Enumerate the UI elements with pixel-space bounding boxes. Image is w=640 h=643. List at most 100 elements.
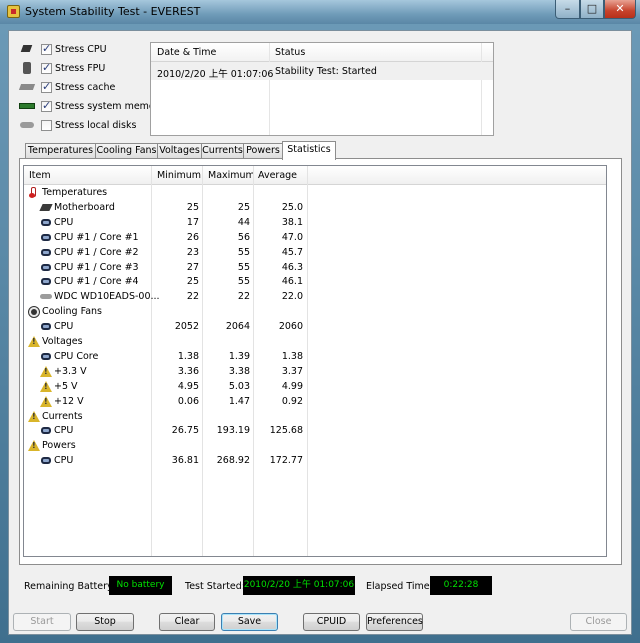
cpu-icon — [40, 351, 52, 362]
cpu-icon — [40, 262, 52, 273]
row-average: 38.1 — [281, 216, 303, 228]
row-maximum: 193.19 — [216, 425, 250, 437]
cpuid-button[interactable]: CPUID — [303, 613, 360, 631]
maximum-column-header[interactable]: Maximum — [208, 170, 255, 181]
stress-fpu-option[interactable]: Stress FPU — [19, 60, 105, 76]
row-average: 47.0 — [281, 231, 303, 243]
table-row[interactable]: CPU 26.75 193.19 125.68 — [24, 424, 606, 439]
column-divider — [481, 43, 482, 135]
cpu-icon — [40, 425, 52, 436]
row-item-label: CPU #1 / Core #3 — [54, 261, 139, 273]
cpu-icon — [40, 276, 52, 287]
window-title: System Stability Test - EVEREST — [25, 5, 201, 18]
maximize-button[interactable]: □ — [580, 0, 604, 19]
app-window: System Stability Test - EVEREST – □ ✕ St… — [0, 0, 640, 643]
row-item-label: CPU — [54, 216, 74, 228]
table-row[interactable]: CPU 36.81 268.92 172.77 — [24, 454, 606, 469]
table-row[interactable]: CPU #1 / Core #3 27 55 46.3 — [24, 261, 606, 276]
row-minimum: 1.38 — [177, 350, 199, 362]
table-row[interactable]: Motherboard 25 25 25.0 — [24, 201, 606, 216]
table-row[interactable]: WDC WD10EADS-00... 22 22 22.0 — [24, 290, 606, 305]
row-average: 172.77 — [269, 455, 303, 467]
event-log-row[interactable]: 2010/2/20 上午 01:07:06 Stability Test: St… — [151, 62, 493, 80]
tab-statistics[interactable]: Statistics — [282, 141, 336, 160]
table-row[interactable]: CPU Core 1.38 1.39 1.38 — [24, 350, 606, 365]
stress-disks-checkbox[interactable] — [41, 119, 52, 131]
title-bar[interactable]: System Stability Test - EVEREST – □ ✕ — [0, 0, 640, 24]
tab-voltages[interactable]: Voltages — [157, 143, 202, 159]
row-item-label: Motherboard — [54, 201, 115, 213]
average-column-header[interactable]: Average — [258, 170, 297, 181]
row-minimum: 25 — [186, 276, 199, 288]
table-row[interactable]: CPU #1 / Core #2 23 55 45.7 — [24, 246, 606, 261]
fpu-icon — [19, 62, 35, 74]
event-log-header: Date & Time Status — [151, 43, 493, 62]
table-group-row[interactable]: Cooling Fans — [24, 305, 606, 320]
preferences-button[interactable]: Preferences — [366, 613, 423, 631]
row-maximum: 55 — [237, 261, 250, 273]
tab-currents[interactable]: Currents — [201, 143, 244, 159]
warning-icon — [40, 365, 52, 377]
row-maximum: 55 — [237, 276, 250, 288]
cpu-icon — [40, 247, 52, 258]
close-window-button[interactable]: ✕ — [604, 0, 636, 19]
table-row[interactable]: CPU 17 44 38.1 — [24, 216, 606, 231]
minimum-column-header[interactable]: Minimum — [157, 170, 201, 181]
start-button[interactable]: Start — [13, 613, 71, 631]
stress-memory-checkbox[interactable] — [41, 99, 52, 112]
table-row[interactable]: +12 V 0.06 1.47 0.92 — [24, 395, 606, 410]
statistics-table[interactable]: Item Minimum Maximum Average Temperature… — [23, 165, 607, 557]
item-column-header[interactable]: Item — [29, 170, 51, 181]
stress-cache-option[interactable]: Stress cache — [19, 79, 115, 95]
table-group-row[interactable]: Temperatures — [24, 186, 606, 201]
table-group-row[interactable]: Currents — [24, 410, 606, 425]
datetime-column-header[interactable]: Date & Time — [157, 47, 216, 58]
row-maximum: 5.03 — [228, 380, 250, 392]
stress-fpu-label: Stress FPU — [55, 62, 106, 74]
row-average: 4.99 — [281, 380, 303, 392]
stress-cpu-option[interactable]: Stress CPU — [19, 41, 107, 57]
clear-button[interactable]: Clear — [159, 613, 215, 631]
tab-cooling-fans[interactable]: Cooling Fans — [95, 143, 158, 159]
row-item-label: CPU — [54, 425, 74, 437]
battery-display: No battery — [109, 576, 172, 595]
status-column-header[interactable]: Status — [275, 47, 305, 58]
row-maximum: 3.38 — [228, 365, 250, 377]
save-button[interactable]: Save — [221, 613, 278, 631]
row-minimum: 22 — [186, 291, 199, 303]
row-item-label: +3.3 V — [54, 365, 87, 377]
close-button[interactable]: Close — [570, 613, 627, 631]
table-row[interactable]: +3.3 V 3.36 3.38 3.37 — [24, 365, 606, 380]
client-area: Stress CPU Stress FPU Stress cache Stres… — [8, 30, 632, 635]
event-log[interactable]: Date & Time Status 2010/2/20 上午 01:07:06… — [150, 42, 494, 136]
stress-memory-option[interactable]: Stress system memory — [19, 98, 164, 114]
row-item-label: CPU Core — [54, 350, 99, 362]
stress-cpu-label: Stress CPU — [55, 43, 107, 55]
tab-temperatures[interactable]: Temperatures — [25, 143, 96, 159]
stress-cpu-checkbox[interactable] — [41, 42, 52, 55]
stress-fpu-checkbox[interactable] — [41, 61, 52, 74]
tab-powers[interactable]: Powers — [243, 143, 283, 159]
thermometer-icon — [28, 187, 40, 198]
stress-disks-label: Stress local disks — [55, 119, 137, 131]
table-row[interactable]: CPU 2052 2064 2060 — [24, 320, 606, 335]
minimize-button[interactable]: – — [555, 0, 580, 19]
row-average: 1.38 — [281, 350, 303, 362]
row-minimum: 0.06 — [177, 395, 199, 407]
table-group-row[interactable]: Voltages — [24, 335, 606, 350]
row-item-label: +5 V — [54, 380, 78, 392]
table-row[interactable]: CPU #1 / Core #1 26 56 47.0 — [24, 231, 606, 246]
row-item-label: CPU #1 / Core #2 — [54, 246, 139, 258]
warning-icon — [28, 336, 40, 347]
row-item-label: CPU #1 / Core #1 — [54, 231, 139, 243]
disk-icon — [19, 119, 35, 131]
warning-icon — [40, 380, 52, 392]
table-group-row[interactable]: Powers — [24, 439, 606, 454]
log-datetime: 2010/2/20 上午 01:07:06 — [157, 69, 274, 80]
table-row[interactable]: +5 V 4.95 5.03 4.99 — [24, 380, 606, 395]
table-row[interactable]: CPU #1 / Core #4 25 55 46.1 — [24, 275, 606, 290]
stress-cache-checkbox[interactable] — [41, 80, 52, 93]
statistics-table-header: Item Minimum Maximum Average — [24, 166, 606, 185]
stop-button[interactable]: Stop — [76, 613, 134, 631]
stress-disks-option[interactable]: Stress local disks — [19, 117, 136, 133]
